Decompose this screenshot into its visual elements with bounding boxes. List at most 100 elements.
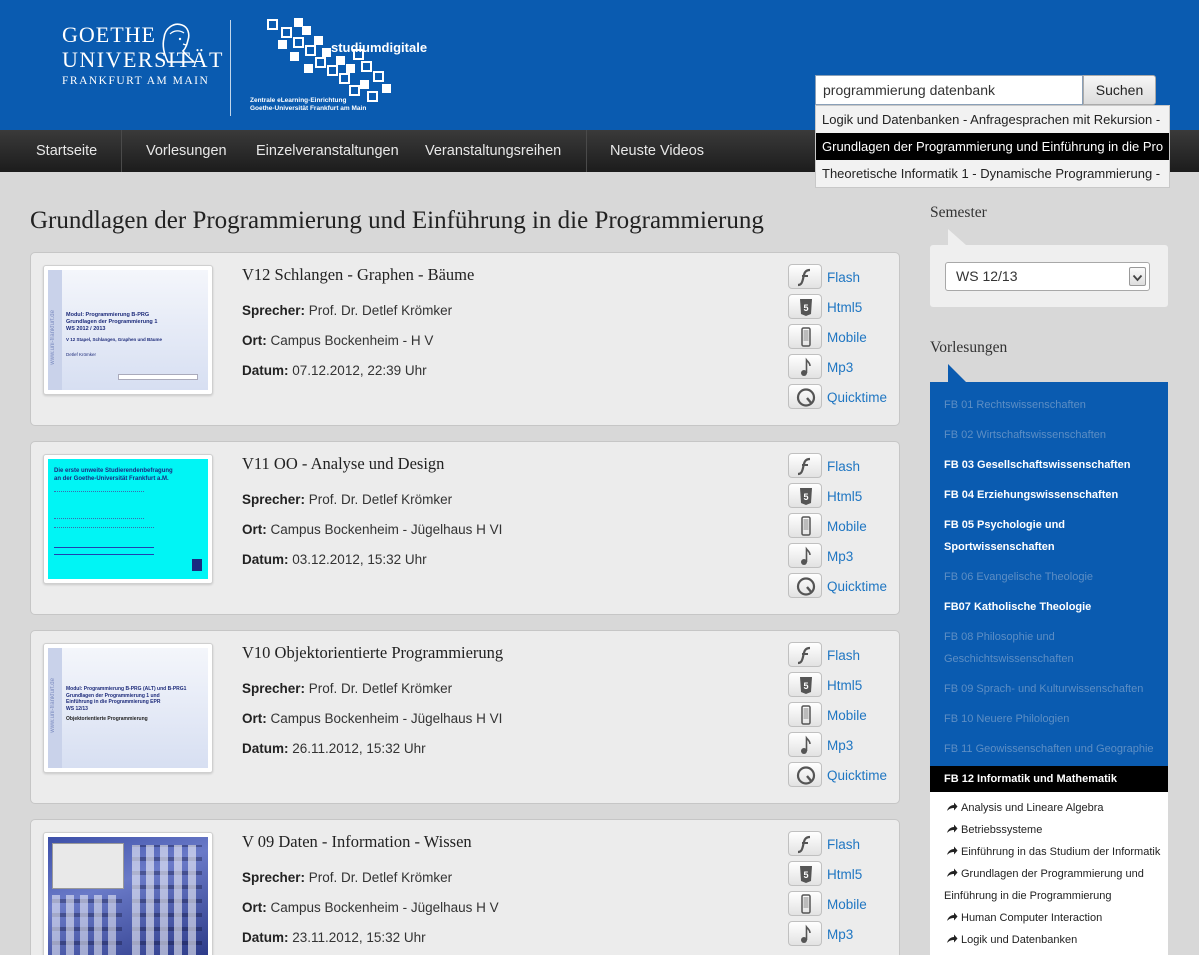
faculty-item[interactable]: FB 08 Philosophie und: [944, 626, 1162, 648]
format-mp3[interactable]: Mp3: [788, 921, 898, 947]
semester-box-notch: [948, 229, 966, 245]
format-quicktime[interactable]: Quicktime: [788, 573, 898, 599]
page-title: Grundlagen der Programmierung und Einfüh…: [30, 207, 764, 234]
course-label: Einführung in das Studium der Informatik: [961, 846, 1161, 858]
faculty-item[interactable]: FB 01 Rechtswissenschaften: [944, 394, 1162, 416]
lecture-title[interactable]: V12 Schlangen - Graphen - Bäume: [242, 265, 474, 285]
format-mp3[interactable]: Mp3: [788, 732, 898, 758]
search-autocomplete: Logik und Datenbanken - Anfragesprachen …: [815, 105, 1170, 188]
lecture-thumbnail[interactable]: [43, 832, 213, 955]
date-value: 03.12.2012, 15:32 Uhr: [292, 552, 427, 567]
nav-neuste-videos[interactable]: Neuste Videos: [610, 130, 704, 172]
faculty-item[interactable]: FB07 Katholische Theologie: [944, 596, 1162, 618]
faculty-item[interactable]: FB 03 Gesellschaftswissenschaften: [944, 454, 1162, 476]
format-label: Flash: [827, 459, 861, 474]
course-item[interactable]: Logik und Datenbanken: [946, 929, 1077, 951]
format-html5[interactable]: 5 Html5: [788, 672, 898, 698]
faculty-item[interactable]: FB 04 Erziehungswissenschaften: [944, 484, 1162, 506]
faculty-item-continued[interactable]: Geschichtswissenschaften: [944, 648, 1162, 670]
format-label: Flash: [827, 648, 861, 663]
thumb-line: Objektorientierte Programmierung: [66, 716, 148, 722]
thumb-window: [52, 843, 124, 889]
format-mp3[interactable]: Mp3: [788, 543, 898, 569]
course-item[interactable]: Analysis und Lineare Algebra: [946, 797, 1103, 819]
format-mp3[interactable]: Mp3: [788, 354, 898, 380]
faculty-item[interactable]: FB 11 Geowissenschaften und Geographie: [944, 738, 1162, 760]
thumb-line: an der Goethe-Universität Frankfurt a.M.: [54, 476, 169, 482]
course-item[interactable]: Einführung in das Studium der Informatik: [946, 841, 1160, 863]
faculty-item[interactable]: FB 10 Neuere Philologien: [944, 708, 1162, 730]
thumb-line: WS 12/13: [66, 705, 88, 712]
thumb-line: Die erste unweite Studierendenbefragung: [54, 468, 173, 474]
thumb-link-line: [54, 554, 154, 555]
faculty-item-continued[interactable]: Sportwissenschaften: [944, 536, 1162, 558]
course-item[interactable]: Human Computer Interaction: [946, 907, 1102, 929]
semester-select[interactable]: WS 12/13: [945, 262, 1150, 291]
course-label: Logik und Datenbanken: [961, 934, 1078, 946]
autocomplete-item-highlighted[interactable]: Grundlagen der Programmierung und Einfüh…: [816, 133, 1169, 160]
svg-text:5: 5: [803, 681, 808, 691]
lecture-thumbnail[interactable]: www.uni-frankfurt.de Modul: Programmieru…: [43, 265, 213, 395]
place-value: Campus Bockenheim - Jügelhaus H V: [270, 900, 499, 915]
course-label: Human Computer Interaction: [961, 912, 1103, 924]
format-label: Quicktime: [827, 390, 888, 405]
faculty-item[interactable]: FB 09 Sprach- und Kulturwissenschaften: [944, 678, 1162, 700]
course-item-continued[interactable]: Einführung in die Programmierung: [944, 885, 1112, 907]
speaker-label: Sprecher:: [242, 870, 306, 885]
autocomplete-item[interactable]: Logik und Datenbanken - Anfragesprachen …: [816, 106, 1169, 133]
faculty-item[interactable]: FB 02 Wirtschaftswissenschaften: [944, 424, 1162, 446]
format-label: Mp3: [827, 927, 854, 942]
lecture-title[interactable]: V11 OO - Analyse und Design: [242, 454, 444, 474]
svg-text:5: 5: [803, 492, 808, 502]
thumb-line: Modul: Programmierung B-PRG (ALT) und B-…: [66, 686, 187, 692]
arrow-right-icon: [947, 824, 958, 833]
lecture-card: Die erste unweite Studierendenbefragung …: [30, 441, 900, 615]
date-label: Datum:: [242, 930, 289, 945]
faculty-item[interactable]: FB 05 Psychologie und: [944, 514, 1162, 536]
lecture-title[interactable]: V10 Objektorientierte Programmierung: [242, 643, 503, 663]
format-html5[interactable]: 5 Html5: [788, 861, 898, 887]
format-flash[interactable]: Flash: [788, 642, 898, 668]
format-mobile[interactable]: Mobile: [788, 702, 898, 728]
format-mobile[interactable]: Mobile: [788, 513, 898, 539]
search-button[interactable]: Suchen: [1083, 75, 1156, 105]
format-flash[interactable]: Flash: [788, 453, 898, 479]
faculty-item-active[interactable]: FB 12 Informatik und Mathematik: [930, 766, 1168, 792]
format-html5[interactable]: 5 Html5: [788, 294, 898, 320]
speaker-label: Sprecher:: [242, 492, 306, 507]
search-input[interactable]: [815, 75, 1083, 105]
nav-separator: [586, 130, 587, 172]
format-label: Quicktime: [827, 768, 888, 783]
lecture-title[interactable]: V 09 Daten - Information - Wissen: [242, 832, 472, 852]
faculty-item[interactable]: FB 06 Evangelische Theologie: [944, 566, 1162, 588]
studium-sub-line2: Goethe-Universität Frankfurt am Main: [250, 105, 367, 112]
lecture-thumbnail[interactable]: www.uni-frankfurt.de Modul: Programmieru…: [43, 643, 213, 773]
lecture-date: Datum: 03.12.2012, 15:32 Uhr: [242, 552, 427, 567]
thumb-side-text: www.uni-frankfurt.de: [50, 310, 56, 365]
format-mobile[interactable]: Mobile: [788, 324, 898, 350]
format-flash[interactable]: Flash: [788, 831, 898, 857]
nav-einzelveranstaltungen[interactable]: Einzelveranstaltungen: [256, 130, 399, 172]
nav-veranstaltungsreihen[interactable]: Veranstaltungsreihen: [425, 130, 561, 172]
autocomplete-item[interactable]: Theoretische Informatik 1 - Dynamische P…: [816, 160, 1169, 187]
course-item[interactable]: Grundlagen der Programmierung und: [946, 863, 1144, 885]
thumb-footer-bar: [118, 374, 198, 380]
nav-vorlesungen[interactable]: Vorlesungen: [146, 130, 227, 172]
logo-line-city: FRANKFURT AM MAIN: [62, 75, 210, 87]
format-quicktime[interactable]: Quicktime: [788, 384, 898, 410]
format-mobile[interactable]: Mobile: [788, 891, 898, 917]
lecture-place: Ort: Campus Bockenheim - Jügelhaus H V: [242, 900, 499, 915]
course-item[interactable]: Betriebssysteme: [946, 819, 1042, 841]
arrow-right-icon: [947, 802, 958, 811]
nav-startseite[interactable]: Startseite: [36, 130, 97, 172]
format-label: Html5: [827, 867, 863, 882]
format-html5[interactable]: 5 Html5: [788, 483, 898, 509]
format-quicktime[interactable]: Quicktime: [788, 762, 898, 788]
format-flash[interactable]: Flash: [788, 264, 898, 290]
thumb-line: Grundlagen der Programmierung 1: [66, 319, 158, 325]
lecture-thumbnail[interactable]: Die erste unweite Studierendenbefragung …: [43, 454, 213, 584]
format-label: Quicktime: [827, 579, 888, 594]
arrow-right-icon: [947, 846, 958, 855]
speaker-value: Prof. Dr. Detlef Krömker: [308, 681, 453, 696]
format-label: Html5: [827, 489, 863, 504]
